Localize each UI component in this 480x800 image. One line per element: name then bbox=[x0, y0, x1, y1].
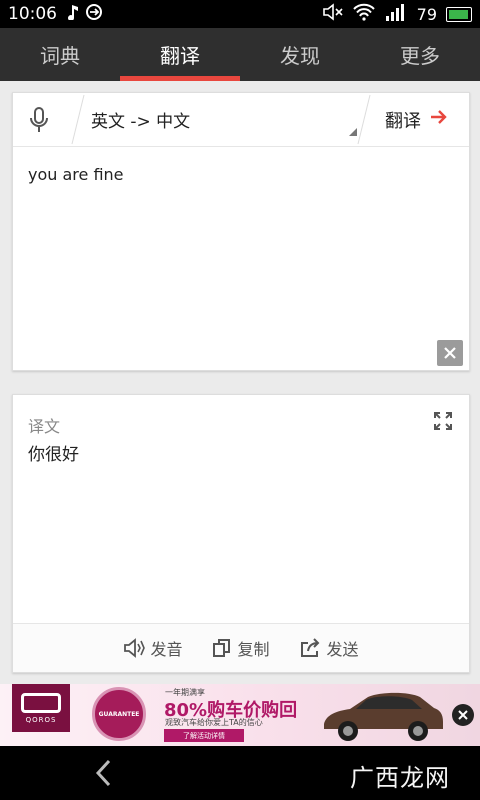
fullscreen-icon[interactable] bbox=[433, 411, 453, 435]
input-card: 英文 -> 中文 翻译 you are fine bbox=[12, 92, 470, 371]
back-icon[interactable] bbox=[94, 758, 114, 792]
ad-cta-button[interactable]: 了解活动详情 bbox=[164, 729, 244, 742]
speaker-icon bbox=[124, 638, 146, 658]
tab-bar: 词典 翻译 发现 更多 bbox=[0, 28, 480, 81]
speak-label: 发音 bbox=[150, 640, 183, 659]
tab-discover[interactable]: 发现 bbox=[240, 28, 360, 81]
close-icon bbox=[458, 710, 468, 720]
ad-text-line3: 观致汽车给你爱上TA的信心 bbox=[165, 718, 263, 727]
share-icon bbox=[300, 638, 319, 657]
dropdown-corner-icon bbox=[349, 128, 357, 136]
car-image bbox=[324, 692, 443, 741]
watermark: 广西龙网 bbox=[350, 764, 450, 792]
result-card: 译文 你很好 发音 复制 发送 bbox=[12, 394, 470, 673]
sync-icon bbox=[85, 3, 103, 25]
result-label: 译文 bbox=[28, 417, 61, 436]
arrow-right-icon bbox=[429, 108, 449, 131]
result-action-bar: 发音 复制 发送 bbox=[13, 623, 469, 672]
result-text: 你很好 bbox=[28, 445, 79, 465]
battery-icon bbox=[446, 6, 472, 22]
wifi-icon bbox=[352, 3, 375, 25]
translate-button-label: 翻译 bbox=[385, 110, 421, 132]
tab-dictionary[interactable]: 词典 bbox=[0, 28, 120, 81]
source-text-input[interactable]: you are fine bbox=[28, 165, 124, 184]
speak-button[interactable]: 发音 bbox=[123, 636, 182, 660]
ad-close-button[interactable] bbox=[452, 704, 474, 726]
clear-input-button[interactable] bbox=[437, 340, 463, 366]
send-button[interactable]: 发送 bbox=[300, 636, 359, 660]
copy-label: 复制 bbox=[237, 640, 270, 659]
status-bar: 10:06 79 bbox=[0, 0, 480, 28]
language-pair-select[interactable]: 英文 -> 中文 bbox=[91, 93, 361, 146]
tab-more[interactable]: 更多 bbox=[360, 28, 480, 81]
copy-button[interactable]: 复制 bbox=[212, 636, 270, 660]
translate-button[interactable]: 翻译 bbox=[365, 93, 469, 146]
ad-brand-logo: QOROS bbox=[12, 684, 70, 732]
ad-guarantee-badge: GUARANTEE bbox=[92, 687, 146, 741]
tab-translate[interactable]: 翻译 bbox=[120, 28, 240, 81]
language-row: 英文 -> 中文 翻译 bbox=[13, 93, 469, 147]
close-icon bbox=[444, 347, 456, 359]
status-time: 10:06 bbox=[8, 4, 57, 24]
send-label: 发送 bbox=[326, 640, 359, 659]
language-pair-label: 英文 -> 中文 bbox=[91, 112, 191, 132]
ad-banner[interactable]: QOROS GUARANTEE 一年期满享 80%购车价购回 观致汽车给你爱上T… bbox=[0, 684, 480, 746]
signal-icon bbox=[384, 3, 408, 25]
music-note-icon bbox=[67, 4, 79, 24]
mute-icon bbox=[322, 3, 344, 25]
battery-level: 79 bbox=[416, 4, 437, 24]
divider-slash bbox=[71, 94, 85, 145]
copy-icon bbox=[213, 639, 231, 657]
navigation-bar: 广西龙网 bbox=[0, 746, 480, 800]
microphone-icon[interactable] bbox=[13, 93, 65, 146]
